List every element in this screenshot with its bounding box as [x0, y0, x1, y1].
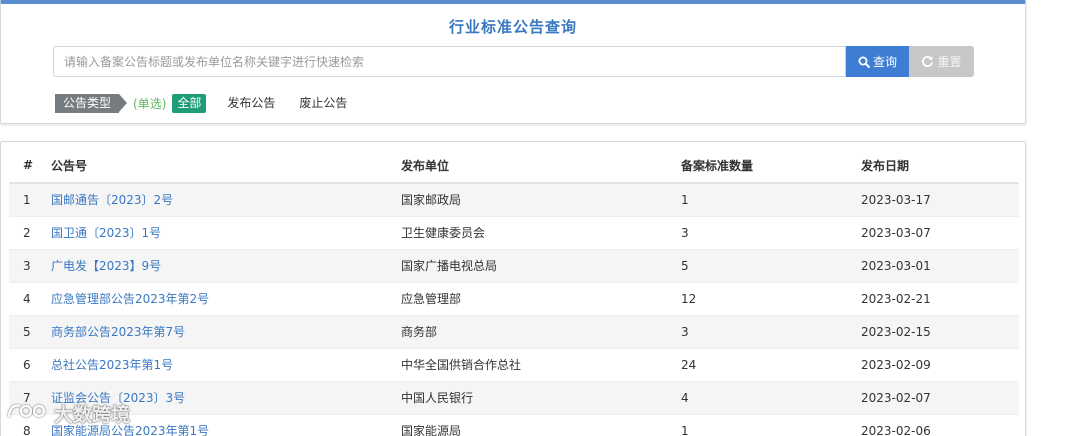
- row-number-cell: 证监会公告〔2023〕3号: [43, 381, 393, 415]
- row-count: 3: [673, 216, 853, 250]
- row-unit: 国家邮政局: [393, 183, 673, 217]
- row-unit: 中华全国供销合作总社: [393, 348, 673, 382]
- row-index: 7: [9, 381, 43, 415]
- table-row: 5 商务部公告2023年第7号 商务部 3 2023-02-15: [9, 315, 1019, 349]
- row-count: 1: [673, 183, 853, 217]
- table-row: 3 广电发【2023】9号 国家广播电视总局 5 2023-03-01: [9, 249, 1019, 283]
- filter-option-abolished[interactable]: 废止公告: [294, 94, 352, 113]
- row-number-cell: 总社公告2023年第1号: [43, 348, 393, 382]
- row-count: 24: [673, 348, 853, 382]
- results-table: # 公告号 发布单位 备案标准数量 发布日期 1 国邮通告〔2023〕2号 国家…: [9, 148, 1019, 436]
- row-date: 2023-03-17: [853, 183, 1019, 217]
- announcement-link[interactable]: 证监会公告〔2023〕3号: [51, 391, 185, 405]
- search-icon: [858, 56, 870, 68]
- column-header-index: #: [9, 148, 43, 184]
- page-title: 行业标准公告查询: [448, 18, 577, 36]
- filter-type-tag: 公告类型: [55, 93, 128, 113]
- announcement-link[interactable]: 国卫通〔2023〕1号: [51, 226, 161, 240]
- row-index: 5: [9, 315, 43, 349]
- announcement-link[interactable]: 广电发【2023】9号: [51, 259, 161, 273]
- row-date: 2023-02-06: [853, 414, 1019, 436]
- row-number-cell: 国家能源局公告2023年第1号: [43, 414, 393, 436]
- row-unit: 商务部: [393, 315, 673, 349]
- row-index: 4: [9, 282, 43, 316]
- filter-single-select-hint: (单选): [133, 96, 167, 111]
- row-number-cell: 广电发【2023】9号: [43, 249, 393, 283]
- row-unit: 国家广播电视总局: [393, 249, 673, 283]
- row-index: 3: [9, 249, 43, 283]
- table-row: 8 国家能源局公告2023年第1号 国家能源局 1 2023-02-06: [9, 414, 1019, 436]
- row-unit: 应急管理部: [393, 282, 673, 316]
- column-header-unit: 发布单位: [393, 148, 673, 184]
- search-panel: 行业标准公告查询 查询 重置 公告类型 (单选) 全部 发布公告 废止公告: [0, 0, 1026, 124]
- row-number-cell: 国邮通告〔2023〕2号: [43, 183, 393, 217]
- column-header-number: 公告号: [43, 148, 393, 184]
- row-number-cell: 应急管理部公告2023年第2号: [43, 282, 393, 316]
- announcement-type-filter: 公告类型 (单选) 全部 发布公告 废止公告: [55, 93, 366, 113]
- reset-button[interactable]: 重置: [909, 46, 974, 77]
- row-unit: 中国人民银行: [393, 381, 673, 415]
- row-date: 2023-02-15: [853, 315, 1019, 349]
- table-row: 4 应急管理部公告2023年第2号 应急管理部 12 2023-02-21: [9, 282, 1019, 316]
- row-unit: 卫生健康委员会: [393, 216, 673, 250]
- row-count: 1: [673, 414, 853, 436]
- row-count: 3: [673, 315, 853, 349]
- row-date: 2023-02-09: [853, 348, 1019, 382]
- row-count: 12: [673, 282, 853, 316]
- row-index: 6: [9, 348, 43, 382]
- table-row: 6 总社公告2023年第1号 中华全国供销合作总社 24 2023-02-09: [9, 348, 1019, 382]
- reset-button-label: 重置: [937, 55, 962, 69]
- row-index: 8: [9, 414, 43, 436]
- row-date: 2023-03-01: [853, 249, 1019, 283]
- row-date: 2023-03-07: [853, 216, 1019, 250]
- row-count: 5: [673, 249, 853, 283]
- table-row: 7 证监会公告〔2023〕3号 中国人民银行 4 2023-02-07: [9, 381, 1019, 415]
- refresh-icon: [921, 55, 934, 68]
- announcement-link[interactable]: 商务部公告2023年第7号: [51, 325, 185, 339]
- announcement-link[interactable]: 国家能源局公告2023年第1号: [51, 424, 209, 436]
- row-unit: 国家能源局: [393, 414, 673, 436]
- row-date: 2023-02-21: [853, 282, 1019, 316]
- table-row: 1 国邮通告〔2023〕2号 国家邮政局 1 2023-03-17: [9, 183, 1019, 217]
- announcement-link[interactable]: 总社公告2023年第1号: [51, 358, 173, 372]
- search-button[interactable]: 查询: [846, 46, 909, 77]
- row-date: 2023-02-07: [853, 381, 1019, 415]
- filter-option-all[interactable]: 全部: [172, 93, 207, 113]
- row-count: 4: [673, 381, 853, 415]
- table-header-row: # 公告号 发布单位 备案标准数量 发布日期: [9, 148, 1019, 184]
- filter-option-published[interactable]: 发布公告: [222, 94, 280, 113]
- row-number-cell: 国卫通〔2023〕1号: [43, 216, 393, 250]
- row-index: 1: [9, 183, 43, 217]
- row-number-cell: 商务部公告2023年第7号: [43, 315, 393, 349]
- search-input[interactable]: [53, 46, 846, 77]
- row-index: 2: [9, 216, 43, 250]
- results-panel: # 公告号 发布单位 备案标准数量 发布日期 1 国邮通告〔2023〕2号 国家…: [0, 141, 1026, 436]
- search-button-label: 查询: [872, 55, 897, 69]
- column-header-count: 备案标准数量: [673, 148, 853, 184]
- table-row: 2 国卫通〔2023〕1号 卫生健康委员会 3 2023-03-07: [9, 216, 1019, 250]
- announcement-link[interactable]: 应急管理部公告2023年第2号: [51, 292, 209, 306]
- announcement-link[interactable]: 国邮通告〔2023〕2号: [51, 193, 173, 207]
- column-header-date: 发布日期: [853, 148, 1019, 184]
